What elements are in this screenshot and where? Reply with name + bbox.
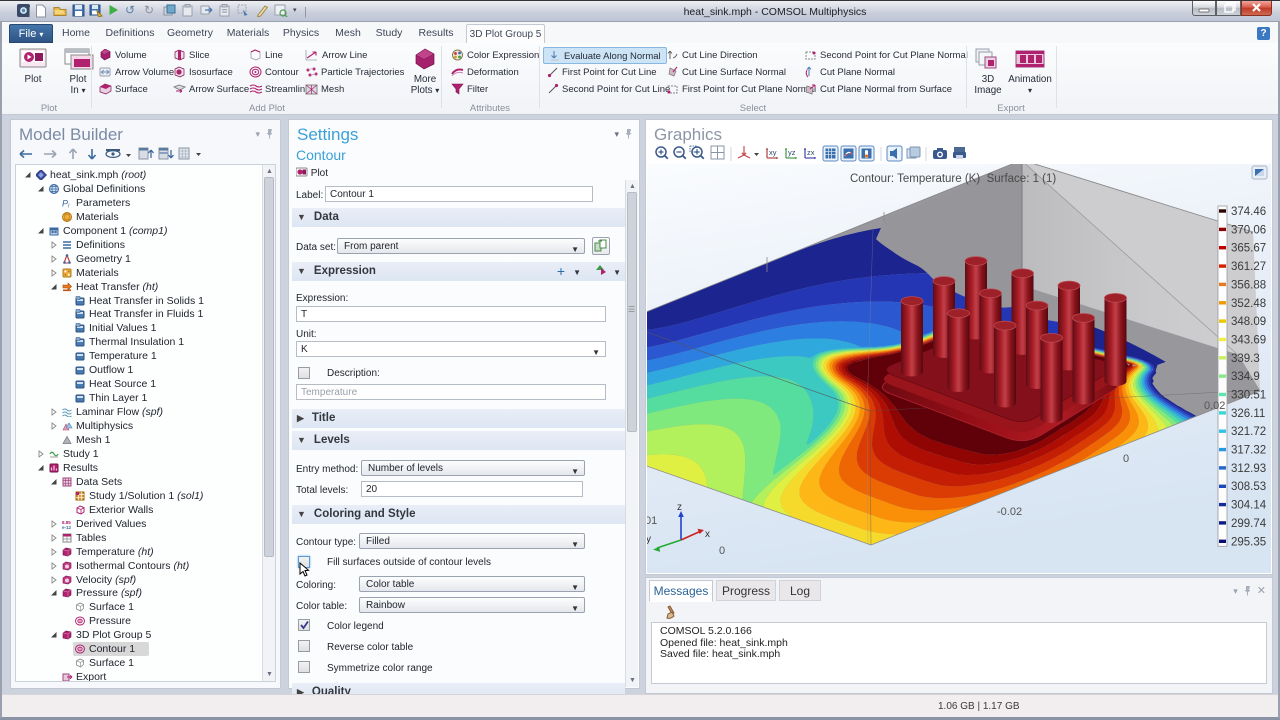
svg-text:334.9: 334.9	[1231, 371, 1260, 383]
svg-text:-0.02: -0.02	[997, 506, 1022, 518]
svg-text:0: 0	[1123, 453, 1129, 465]
svg-text:308.53: 308.53	[1231, 481, 1266, 493]
svg-text:y: y	[647, 534, 651, 545]
svg-text:348.09: 348.09	[1231, 316, 1266, 328]
svg-text:339.3: 339.3	[1231, 353, 1260, 365]
svg-text:yz: yz	[788, 148, 796, 157]
svg-text:x: x	[705, 529, 710, 540]
svg-text:321.72: 321.72	[1231, 426, 1266, 438]
svg-text:326.11: 326.11	[1231, 408, 1265, 420]
svg-text:352.48: 352.48	[1231, 298, 1266, 310]
svg-text:361.27: 361.27	[1231, 261, 1266, 273]
svg-text:0: 0	[719, 545, 725, 557]
svg-text:356.88: 356.88	[1231, 279, 1266, 291]
svg-text:304.14: 304.14	[1231, 500, 1267, 512]
svg-text:330.51: 330.51	[1231, 390, 1266, 402]
svg-text:343.69: 343.69	[1231, 335, 1266, 347]
svg-text:zx: zx	[807, 148, 815, 157]
svg-text:z: z	[677, 502, 682, 513]
svg-text:295.35: 295.35	[1231, 536, 1266, 548]
svg-text:312.93: 312.93	[1231, 463, 1266, 475]
svg-text:299.74: 299.74	[1231, 518, 1267, 530]
svg-text:0.02: 0.02	[1204, 400, 1225, 412]
svg-text:365.67: 365.67	[1231, 243, 1266, 255]
svg-text:Pi: Pi	[62, 199, 70, 209]
svg-text:317.32: 317.32	[1231, 445, 1266, 457]
svg-text:Contour: Temperature (K) Surf: Contour: Temperature (K) Surface: 1 (1)	[850, 173, 1056, 185]
svg-text:.01: .01	[647, 515, 657, 527]
svg-text:e-12: e-12	[62, 525, 72, 529]
svg-text:370.06: 370.06	[1231, 224, 1266, 236]
svg-text:xy: xy	[769, 148, 777, 157]
svg-text:374.46: 374.46	[1231, 206, 1266, 218]
